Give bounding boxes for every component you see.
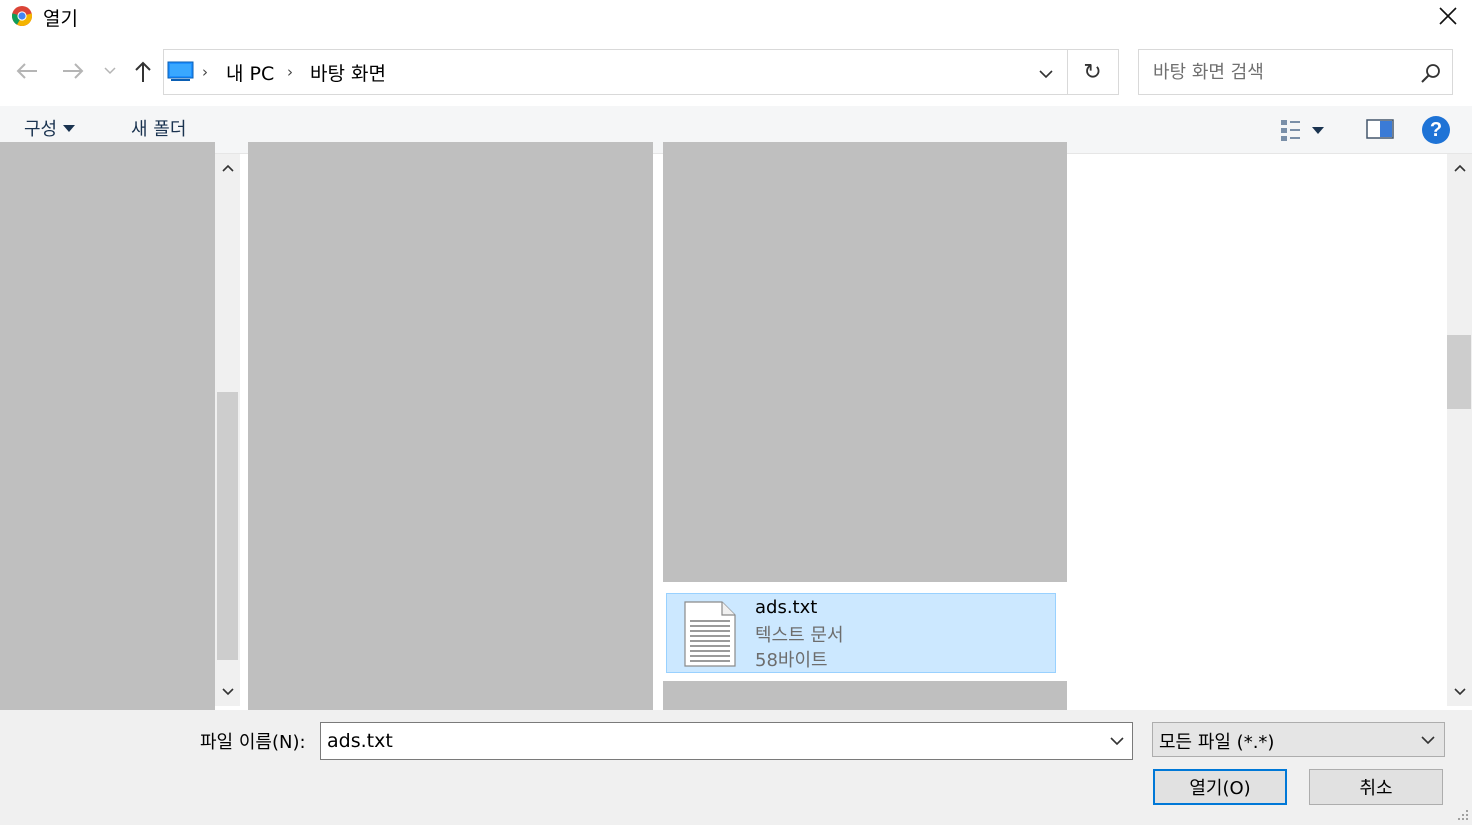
- caret-down-icon: [63, 124, 76, 132]
- file-type-dropdown-button[interactable]: [1418, 730, 1438, 750]
- text-document-icon: [684, 601, 736, 667]
- redacted-region: [663, 681, 1067, 710]
- scroll-down-button[interactable]: [1447, 678, 1472, 706]
- help-button[interactable]: ?: [1422, 116, 1450, 144]
- address-bar[interactable]: › 내 PC › 바탕 화면: [163, 49, 1068, 95]
- resize-grip-icon[interactable]: [1455, 807, 1469, 821]
- file-name: ads.txt: [755, 597, 818, 618]
- file-size: 58바이트: [755, 650, 828, 671]
- scroll-up-button[interactable]: [215, 154, 240, 182]
- chevron-down-icon: [1453, 688, 1466, 696]
- file-item-ads-txt[interactable]: ads.txt 텍스트 문서 58바이트: [666, 593, 1056, 673]
- back-button[interactable]: [12, 56, 42, 86]
- navigation-bar: › 내 PC › 바탕 화면 ↻: [0, 40, 1472, 104]
- chrome-icon: [11, 6, 33, 27]
- chevron-down-icon: [1110, 736, 1124, 745]
- close-button[interactable]: [1432, 2, 1464, 30]
- up-button[interactable]: [128, 56, 158, 88]
- search-input[interactable]: [1153, 58, 1413, 86]
- navigation-pane-scrollbar[interactable]: [215, 154, 240, 706]
- file-type: 텍스트 문서: [755, 625, 844, 646]
- filename-input[interactable]: [327, 728, 1087, 754]
- breadcrumb-separator[interactable]: ›: [287, 63, 293, 81]
- organize-button[interactable]: 구성: [24, 115, 76, 141]
- refresh-button[interactable]: ↻: [1067, 49, 1119, 95]
- recent-locations-button[interactable]: [100, 60, 120, 82]
- chevron-down-icon: [221, 688, 234, 696]
- new-folder-button[interactable]: 새 폴더: [131, 115, 186, 141]
- scroll-thumb[interactable]: [1447, 335, 1471, 409]
- arrow-left-icon: [16, 63, 37, 79]
- chevron-down-icon: [1421, 735, 1435, 744]
- chevron-up-icon: [221, 164, 234, 172]
- navigation-pane-redacted[interactable]: [0, 142, 215, 710]
- filename-combobox[interactable]: [320, 722, 1133, 760]
- arrow-up-icon: [135, 61, 151, 82]
- dialog-footer: 파일 이름(N): 모든 파일 (*.*) 열기(O) 취소: [0, 710, 1472, 825]
- file-list-scrollbar[interactable]: [1447, 154, 1472, 706]
- search-icon[interactable]: [1420, 62, 1442, 84]
- details-view-icon: [1281, 120, 1300, 141]
- refresh-icon: ↻: [1083, 59, 1102, 85]
- chevron-down-icon: [1039, 69, 1053, 78]
- breadcrumb-desktop[interactable]: 바탕 화면: [310, 59, 386, 86]
- breadcrumb-separator[interactable]: ›: [202, 63, 208, 81]
- file-type-select[interactable]: 모든 파일 (*.*): [1152, 722, 1445, 757]
- filename-label: 파일 이름(N):: [200, 732, 306, 753]
- preview-pane-icon[interactable]: [1366, 118, 1394, 140]
- organize-label: 구성: [24, 119, 58, 140]
- title-bar: 열기: [0, 0, 1472, 34]
- scroll-down-button[interactable]: [215, 678, 240, 706]
- arrow-right-icon: [63, 63, 84, 79]
- window-title: 열기: [43, 8, 78, 30]
- scroll-up-button[interactable]: [1447, 154, 1472, 182]
- address-dropdown-button[interactable]: [1035, 64, 1057, 84]
- open-button[interactable]: 열기(O): [1153, 769, 1287, 805]
- filename-dropdown-button[interactable]: [1106, 731, 1128, 751]
- chevron-down-icon: [104, 67, 116, 75]
- change-view-button[interactable]: [1278, 116, 1338, 144]
- search-box[interactable]: [1138, 49, 1453, 95]
- close-icon: [1439, 7, 1457, 25]
- cancel-button[interactable]: 취소: [1309, 769, 1443, 805]
- redacted-region: [663, 142, 1067, 582]
- file-type-value: 모든 파일 (*.*): [1159, 732, 1275, 753]
- forward-button[interactable]: [58, 56, 88, 86]
- caret-down-icon: [1312, 126, 1324, 134]
- breadcrumb-this-pc[interactable]: 내 PC: [226, 59, 274, 86]
- redacted-region: [248, 142, 653, 710]
- chevron-up-icon: [1453, 164, 1466, 172]
- scroll-thumb[interactable]: [217, 392, 238, 660]
- computer-icon: [167, 61, 194, 81]
